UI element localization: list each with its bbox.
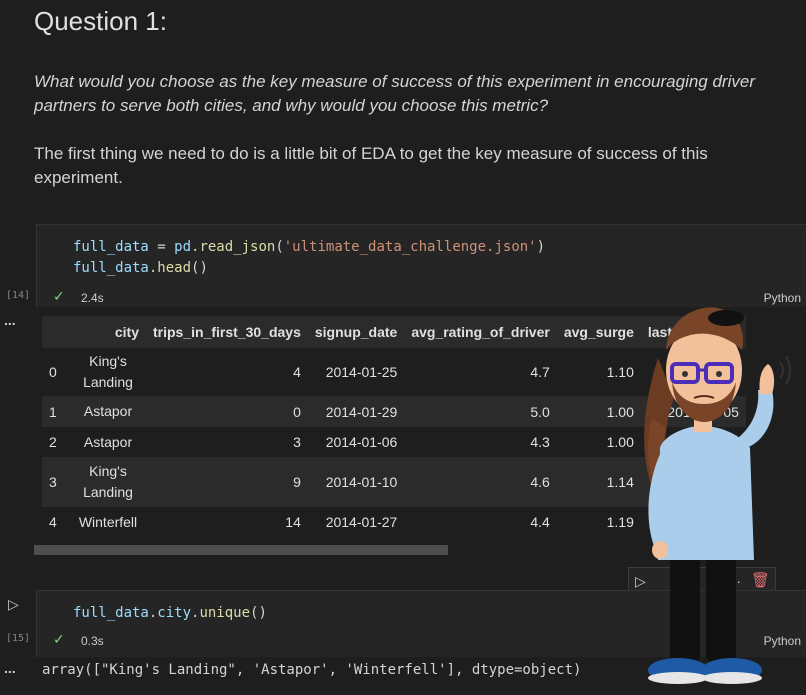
cell-trips: 9 bbox=[146, 457, 308, 507]
column-header: city bbox=[114, 324, 139, 340]
horizontal-scrollbar[interactable] bbox=[34, 545, 448, 555]
cell-trips: 4 bbox=[293, 364, 301, 380]
execution-time: 0.3s bbox=[81, 634, 104, 648]
cell-rating: 4.6 bbox=[404, 457, 557, 507]
cell-signup: 2014-01-06 bbox=[325, 434, 398, 450]
cell-trips: 0 bbox=[146, 396, 308, 427]
cell-rating: 4.7 bbox=[530, 364, 550, 380]
markdown-question: What would you choose as the key measure… bbox=[34, 72, 755, 115]
column-header: avg_rating_of_driver bbox=[411, 324, 550, 340]
cell-trips: 3 bbox=[293, 434, 301, 450]
cell-signup: 2014-01-10 bbox=[307, 457, 405, 507]
cell-output-text: array(["King's Landing", 'Astapor', 'Win… bbox=[42, 662, 582, 678]
row-index: 0 bbox=[49, 364, 57, 380]
cell-rating: 4.3 bbox=[530, 434, 550, 450]
execution-time: 2.4s bbox=[81, 291, 104, 305]
code-editor-1[interactable]: full_data = pd.read_json('ultimate_data_… bbox=[73, 237, 545, 279]
markdown-title: Question 1: bbox=[34, 6, 167, 36]
cell-rating: 4.4 bbox=[530, 514, 550, 530]
row-index: 4 bbox=[49, 514, 57, 530]
execution-count: [15] bbox=[6, 633, 31, 644]
avatar-sticker bbox=[644, 307, 791, 684]
cell-city: Astapor bbox=[70, 396, 146, 427]
success-check-icon: ✓ bbox=[53, 631, 65, 647]
run-cell-icon[interactable]: ▷ bbox=[8, 596, 19, 613]
code-editor-2[interactable]: full_data.city.unique() bbox=[73, 603, 267, 624]
column-header: signup_date bbox=[314, 324, 398, 340]
row-index: 1 bbox=[42, 396, 70, 427]
column-header bbox=[42, 316, 70, 348]
output-more-icon[interactable]: ... bbox=[4, 660, 16, 676]
execution-count: [14] bbox=[6, 290, 31, 301]
cell-signup: 2014-01-29 bbox=[307, 396, 405, 427]
cell-city: King's Landing bbox=[70, 457, 146, 507]
markdown-paragraph: The first thing we need to do is a littl… bbox=[34, 144, 708, 187]
output-more-icon[interactable]: ... bbox=[4, 312, 16, 328]
row-index: 2 bbox=[49, 434, 57, 450]
success-check-icon: ✓ bbox=[53, 288, 65, 304]
column-header: trips_in_first_30_days bbox=[153, 324, 301, 340]
cell-trips: 14 bbox=[285, 514, 301, 530]
cell-signup: 2014-01-27 bbox=[325, 514, 398, 530]
cell-rating: 5.0 bbox=[404, 396, 557, 427]
cell-city: King's Landing bbox=[83, 353, 133, 390]
cell-city: Winterfell bbox=[78, 513, 138, 530]
cell-city: Astapor bbox=[83, 433, 133, 450]
code-cell-1[interactable]: full_data = pd.read_json('ultimate_data_… bbox=[36, 224, 806, 307]
cell-signup: 2014-01-25 bbox=[325, 364, 398, 380]
row-index: 3 bbox=[42, 457, 70, 507]
